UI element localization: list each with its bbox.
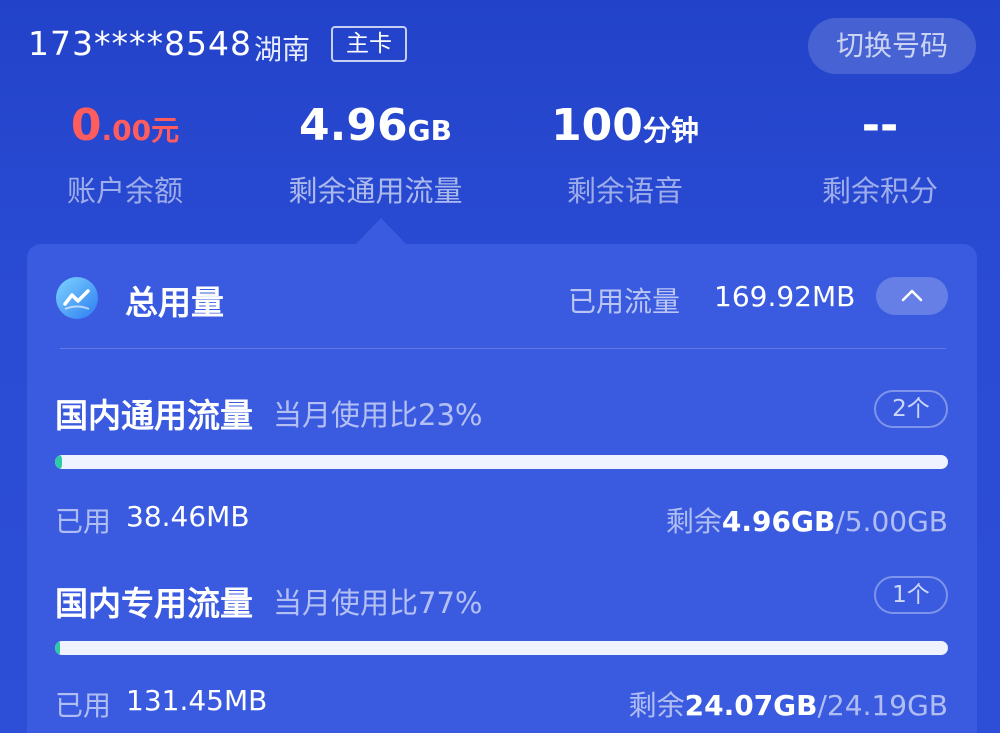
stat-remaining-data[interactable]: 4.96GB 剩余通用流量: [268, 100, 483, 210]
item-domestic-general-used-label: 已用: [55, 505, 112, 538]
remaining-points-number: --: [861, 100, 899, 151]
balance-label: 账户余额: [66, 174, 183, 208]
item-domestic-general-remaining: 剩余4.96GB/5.00GB: [666, 500, 948, 540]
item-domestic-special-ratio: 当月使用比77%: [273, 586, 483, 620]
account-header: 173****8548 湖南 主卡 切换号码: [0, 0, 1000, 92]
item-domestic-special-progress: [55, 641, 948, 655]
remaining-voice-value: 100分钟: [540, 100, 710, 162]
card-type-badge: 主卡: [331, 26, 407, 62]
item-domestic-special-used-value: 131.45MB: [126, 684, 268, 717]
stat-remaining-points[interactable]: -- 剩余积分: [800, 100, 960, 210]
total-value: /5.00GB: [835, 505, 948, 538]
remaining-data-value: 4.96GB: [268, 100, 483, 162]
data-usage-screen: 173****8548 湖南 主卡 切换号码 0.00元 账户余额 4.96GB…: [0, 0, 1000, 733]
chevron-up-icon: [901, 289, 923, 302]
remaining-data-number: 4.96: [299, 100, 408, 151]
item-domestic-general-used-value: 38.46MB: [126, 500, 250, 533]
panel-pointer: [355, 218, 407, 245]
panel-divider: [60, 348, 946, 349]
item-domestic-general-progress-fill: [55, 455, 63, 469]
item-domestic-special-count[interactable]: 1个: [874, 576, 948, 614]
remaining-voice-number: 100: [551, 100, 643, 151]
remain-value: 24.07GB: [684, 689, 818, 722]
stat-balance[interactable]: 0.00元 账户余额: [40, 100, 210, 210]
item-domestic-general-ratio: 当月使用比23%: [273, 398, 483, 432]
remaining-voice-unit: 分钟: [642, 114, 699, 147]
remaining-points-label: 剩余积分: [821, 174, 938, 208]
remain-value: 4.96GB: [721, 505, 836, 538]
switch-number-button[interactable]: 切换号码: [808, 18, 976, 74]
balance-unit: 元: [151, 114, 180, 147]
balance-value: 0.00元: [40, 100, 210, 162]
total-value: /24.19GB: [817, 689, 949, 722]
usage-chart-icon: [55, 276, 99, 320]
remaining-voice-label: 剩余语音: [566, 174, 683, 208]
item-domestic-special-used-label: 已用: [55, 689, 112, 722]
item-domestic-general-progress: [55, 455, 948, 469]
remaining-points-value: --: [800, 100, 960, 162]
used-data-label: 已用流量: [568, 285, 681, 318]
remain-label: 剩余: [665, 505, 722, 538]
item-domestic-special-name: 国内专用流量: [55, 584, 253, 623]
region-label: 湖南: [254, 33, 311, 66]
remain-label: 剩余: [628, 689, 685, 722]
total-usage-title: 总用量: [125, 283, 224, 322]
balance-int: 0: [70, 100, 102, 151]
remaining-data-unit: GB: [407, 114, 452, 147]
used-data-value: 169.92MB: [714, 280, 856, 313]
item-domestic-special-remaining: 剩余24.07GB/24.19GB: [629, 684, 948, 724]
item-domestic-general-count[interactable]: 2个: [874, 390, 948, 428]
remaining-data-label: 剩余通用流量: [288, 174, 463, 208]
phone-number: 173****8548: [28, 24, 252, 63]
collapse-button[interactable]: [876, 277, 948, 315]
item-domestic-general-name: 国内通用流量: [55, 396, 253, 435]
balance-dec: .00: [101, 114, 152, 147]
stat-remaining-voice[interactable]: 100分钟 剩余语音: [540, 100, 710, 210]
